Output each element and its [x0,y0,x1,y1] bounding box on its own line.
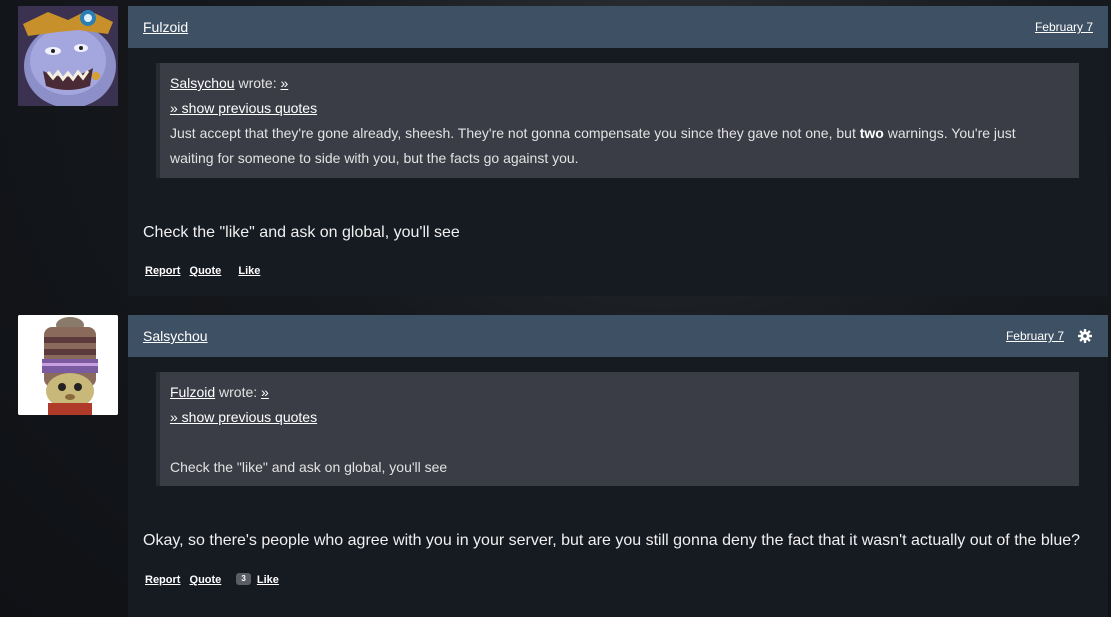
show-previous-quotes-link[interactable]: » show previous quotes [170,100,317,116]
quote-link[interactable]: Quote [190,265,222,277]
avatar[interactable] [18,6,118,106]
avatar[interactable] [18,315,118,415]
post-header: Salsychou February 7 [128,315,1108,357]
post-header: Fulzoid February 7 [128,6,1108,48]
like-link[interactable]: Like [238,265,260,277]
quote-wrote-label: wrote: [219,384,258,400]
quote-link[interactable]: Quote [190,574,222,586]
quote-text-part: warnings. You're just [883,125,1016,141]
report-link[interactable]: Report [145,265,180,277]
gear-icon[interactable] [1077,328,1093,344]
post-date-link[interactable]: February 7 [1006,329,1064,343]
quote-block: Fulzoid wrote: » » show previous quotes … [156,372,1079,486]
quote-text-bold: two [859,125,884,141]
post-date-link[interactable]: February 7 [1035,20,1093,34]
author-link[interactable]: Salsychou [143,328,208,344]
quote-jump-link[interactable]: » [281,75,289,91]
report-link[interactable]: Report [145,574,180,586]
quote-author-link[interactable]: Fulzoid [170,384,215,400]
author-link[interactable]: Fulzoid [143,19,188,35]
quote-jump-link[interactable]: » [261,384,269,400]
like-count-badge: 3 [236,573,251,585]
quote-text-line2: waiting for someone to side with you, bu… [170,150,579,166]
show-previous-quotes-link[interactable]: » show previous quotes [170,409,317,425]
post-body: Okay, so there's people who agree with y… [143,532,1081,549]
post-body: Check the "like" and ask on global, you'… [143,224,460,241]
post-card: Salsychou February 7 Fulzoid wrote: » » … [128,315,1108,617]
post-salsychou: Salsychou February 7 Fulzoid wrote: » » … [0,315,1111,617]
like-link[interactable]: Like [257,574,279,586]
post-actions: Report Quote Like [145,265,266,277]
post-card: Fulzoid February 7 Salsychou wrote: » » … [128,6,1108,296]
quote-block: Salsychou wrote: » » show previous quote… [156,63,1079,178]
quote-author-link[interactable]: Salsychou [170,75,235,91]
quote-text: Check the "like" and ask on global, you'… [170,459,448,475]
quote-text: Just accept that they're gone already, s… [170,121,1067,146]
quote-wrote-label: wrote: [238,75,277,91]
post-fulzoid: Fulzoid February 7 Salsychou wrote: » » … [0,0,1111,296]
post-actions: Report Quote 3 Like [145,573,285,586]
quote-text-part: Just accept that they're gone already, s… [170,125,860,141]
